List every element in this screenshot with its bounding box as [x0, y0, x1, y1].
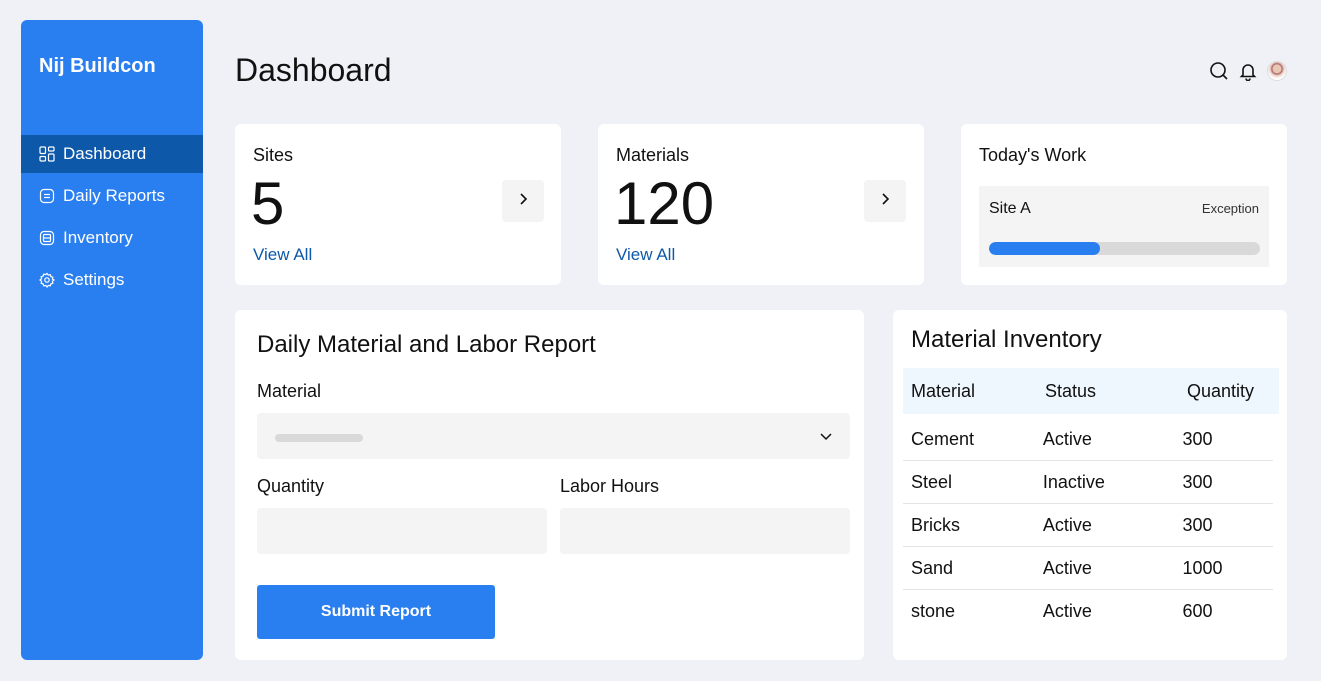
sites-view-all-link[interactable]: View All: [253, 245, 312, 265]
table-cell: Inactive: [1042, 471, 1105, 492]
table-cell: stone: [911, 601, 956, 621]
work-progress-bar: [989, 242, 1260, 255]
bell-icon[interactable]: [1238, 61, 1258, 81]
table-cell: 300: [1182, 471, 1213, 492]
grid-icon: [39, 146, 55, 162]
sidebar-item-label: Settings: [63, 270, 125, 289]
table-cell: 300: [1182, 428, 1213, 449]
submit-report-button[interactable]: Submit Report: [257, 585, 495, 639]
todays-work-title: Today's Work: [979, 145, 1087, 165]
quantity-label: Quantity: [257, 476, 325, 496]
report-form-card: Daily Material and Labor Report Material…: [235, 310, 864, 660]
table-cell: Active: [1042, 514, 1092, 535]
table-cell: Cement: [911, 428, 975, 449]
materials-view-all-link[interactable]: View All: [616, 245, 675, 265]
sidebar-nav: Dashboard Daily Reports Inventory Settin…: [21, 135, 203, 303]
sites-card: Sites 5 View All: [235, 124, 561, 285]
sites-count: 5: [251, 170, 285, 237]
chevron-right-icon: [877, 191, 893, 212]
search-icon[interactable]: [1209, 61, 1229, 81]
table-row[interactable]: Bricks Active 300: [903, 504, 1273, 547]
sidebar-item-label: Dashboard: [63, 144, 147, 163]
table-cell: 1000: [1182, 557, 1223, 578]
table-cell: 600: [1182, 601, 1213, 621]
chevron-right-icon: [515, 191, 531, 212]
table-row[interactable]: Sand Active 1000: [903, 547, 1273, 590]
sites-open-button[interactable]: [502, 180, 544, 222]
column-header: Material: [911, 380, 976, 401]
quantity-input[interactable]: [257, 508, 547, 554]
sidebar-item-label: Daily Reports: [63, 186, 166, 205]
select-placeholder: [275, 434, 363, 442]
sidebar-item-dashboard[interactable]: Dashboard: [21, 135, 203, 173]
sites-label: Sites: [253, 145, 294, 165]
table-cell: Bricks: [911, 514, 960, 535]
todays-work-card: Today's Work Site A Exception: [961, 124, 1287, 285]
inventory-table: Material Status Quantity Cement Active 3…: [903, 368, 1279, 633]
sidebar-item-daily-reports[interactable]: Daily Reports: [21, 177, 203, 215]
work-item[interactable]: Site A Exception: [979, 186, 1269, 267]
materials-open-button[interactable]: [864, 180, 906, 222]
table-row[interactable]: Cement Active 300: [903, 418, 1273, 461]
material-select[interactable]: [257, 413, 850, 459]
table-row[interactable]: stone Active 600: [903, 590, 1273, 633]
materials-card: Materials 120 View All: [598, 124, 924, 285]
materials-count: 120: [614, 170, 715, 237]
header-actions: [1209, 61, 1287, 81]
table-cell: Sand: [911, 557, 954, 578]
inventory-card: Material Inventory Material Status Quant…: [893, 310, 1287, 660]
sidebar: Nij Buildcon Dashboard Daily Reports Inv…: [21, 20, 203, 660]
page-title: Dashboard: [235, 52, 392, 88]
table-cell: Active: [1042, 601, 1092, 621]
avatar[interactable]: [1267, 61, 1287, 81]
sidebar-item-inventory[interactable]: Inventory: [21, 219, 203, 257]
work-progress-fill: [989, 242, 1101, 255]
materials-label: Materials: [616, 145, 690, 165]
gear-icon: [39, 272, 55, 288]
inventory-icon: [39, 230, 55, 246]
brand-name: Nij Buildcon: [39, 55, 156, 77]
table-header: Material Status Quantity: [903, 368, 1279, 414]
sidebar-item-label: Inventory: [63, 228, 133, 247]
table-cell: Active: [1042, 557, 1092, 578]
sidebar-item-settings[interactable]: Settings: [21, 261, 203, 299]
column-header: Quantity: [1187, 380, 1255, 401]
work-status-badge: Exception: [1201, 201, 1259, 216]
work-site-name: Site A: [989, 200, 1031, 217]
table-cell: 300: [1182, 514, 1213, 535]
report-form-title: Daily Material and Labor Report: [257, 331, 596, 358]
material-label: Material: [257, 381, 322, 401]
labor-hours-label: Labor Hours: [560, 476, 660, 496]
column-header: Status: [1045, 380, 1097, 401]
chevron-down-icon: [818, 428, 834, 444]
labor-hours-input[interactable]: [560, 508, 850, 554]
table-row[interactable]: Steel Inactive 300: [903, 461, 1273, 504]
inventory-title: Material Inventory: [911, 326, 1102, 353]
report-icon: [39, 188, 55, 204]
table-cell: Steel: [911, 471, 953, 492]
table-cell: Active: [1042, 428, 1092, 449]
